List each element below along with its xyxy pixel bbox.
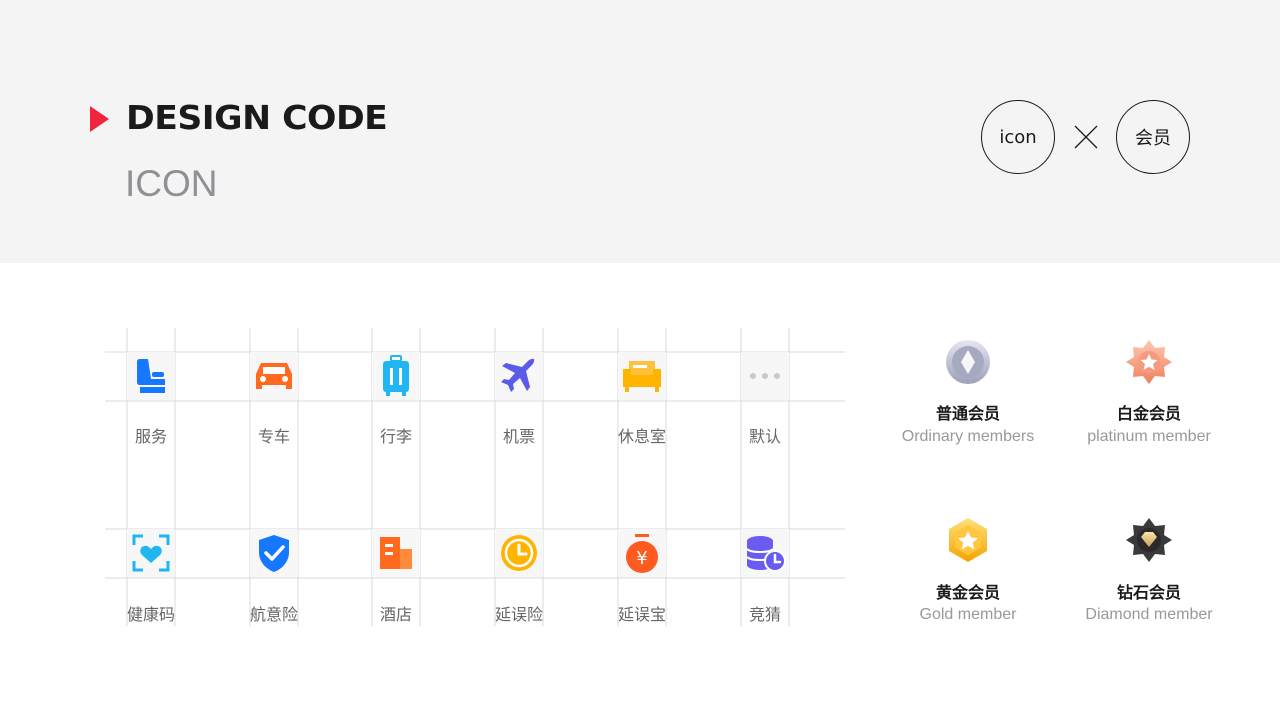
money-bag-icon: ¥ — [618, 529, 666, 577]
icon-label: 服务 — [134, 427, 167, 446]
car-icon — [250, 352, 298, 400]
icon-label: 休息室 — [617, 427, 666, 446]
member-tier-english: platinum member — [1087, 428, 1211, 445]
icon-label: 行李 — [379, 427, 412, 446]
circle-tag-member: 会员 — [1116, 100, 1190, 174]
platinum-star-badge-icon — [1126, 340, 1172, 384]
page-title: DESIGN CODE — [126, 98, 388, 137]
header-banner: DESIGN CODE ICON icon 会员 — [0, 0, 1280, 263]
icon-label: 竞猜 — [748, 605, 781, 624]
airplane-icon — [495, 352, 543, 400]
seat-icon — [127, 352, 175, 400]
circle-tag-icon-label: icon — [999, 126, 1037, 148]
icon-label: 默认 — [748, 427, 781, 446]
more-dots-icon — [741, 352, 789, 400]
hotel-icon — [372, 529, 420, 577]
health-scan-icon — [127, 529, 175, 577]
member-tier-name: 普通会员 — [935, 404, 1000, 423]
page-subtitle: ICON — [125, 163, 218, 204]
silver-diamond-badge-icon — [946, 340, 990, 384]
icon-label: 航意险 — [249, 605, 298, 624]
icon-label: 健康码 — [126, 605, 175, 624]
luggage-icon — [372, 352, 420, 400]
coins-clock-icon — [741, 529, 789, 577]
icon-label: 延误宝 — [617, 605, 666, 624]
icon-label: 延误险 — [494, 605, 543, 624]
icon-label: 专车 — [257, 427, 290, 446]
diamond-badge-icon — [1126, 518, 1172, 562]
icon-label: 酒店 — [379, 605, 412, 624]
member-tier-name: 黄金会员 — [935, 583, 1000, 602]
member-tier-name: 白金会员 — [1116, 404, 1181, 423]
gold-star-badge-icon — [949, 518, 987, 562]
sofa-icon — [618, 352, 666, 400]
clock-icon — [495, 529, 543, 577]
circle-tag-member-label: 会员 — [1135, 128, 1171, 149]
member-tier-english: Ordinary members — [901, 428, 1035, 445]
times-icon — [1074, 125, 1098, 149]
member-tier-english: Gold member — [919, 606, 1017, 623]
svg-text:¥: ¥ — [636, 548, 647, 569]
member-tier-english: Diamond member — [1085, 606, 1213, 623]
member-tier-name: 钻石会员 — [1116, 583, 1181, 602]
shield-check-icon — [250, 529, 298, 577]
circle-tag-icon: icon — [981, 100, 1055, 174]
icon-label: 机票 — [502, 427, 535, 446]
play-triangle-icon — [90, 106, 109, 132]
